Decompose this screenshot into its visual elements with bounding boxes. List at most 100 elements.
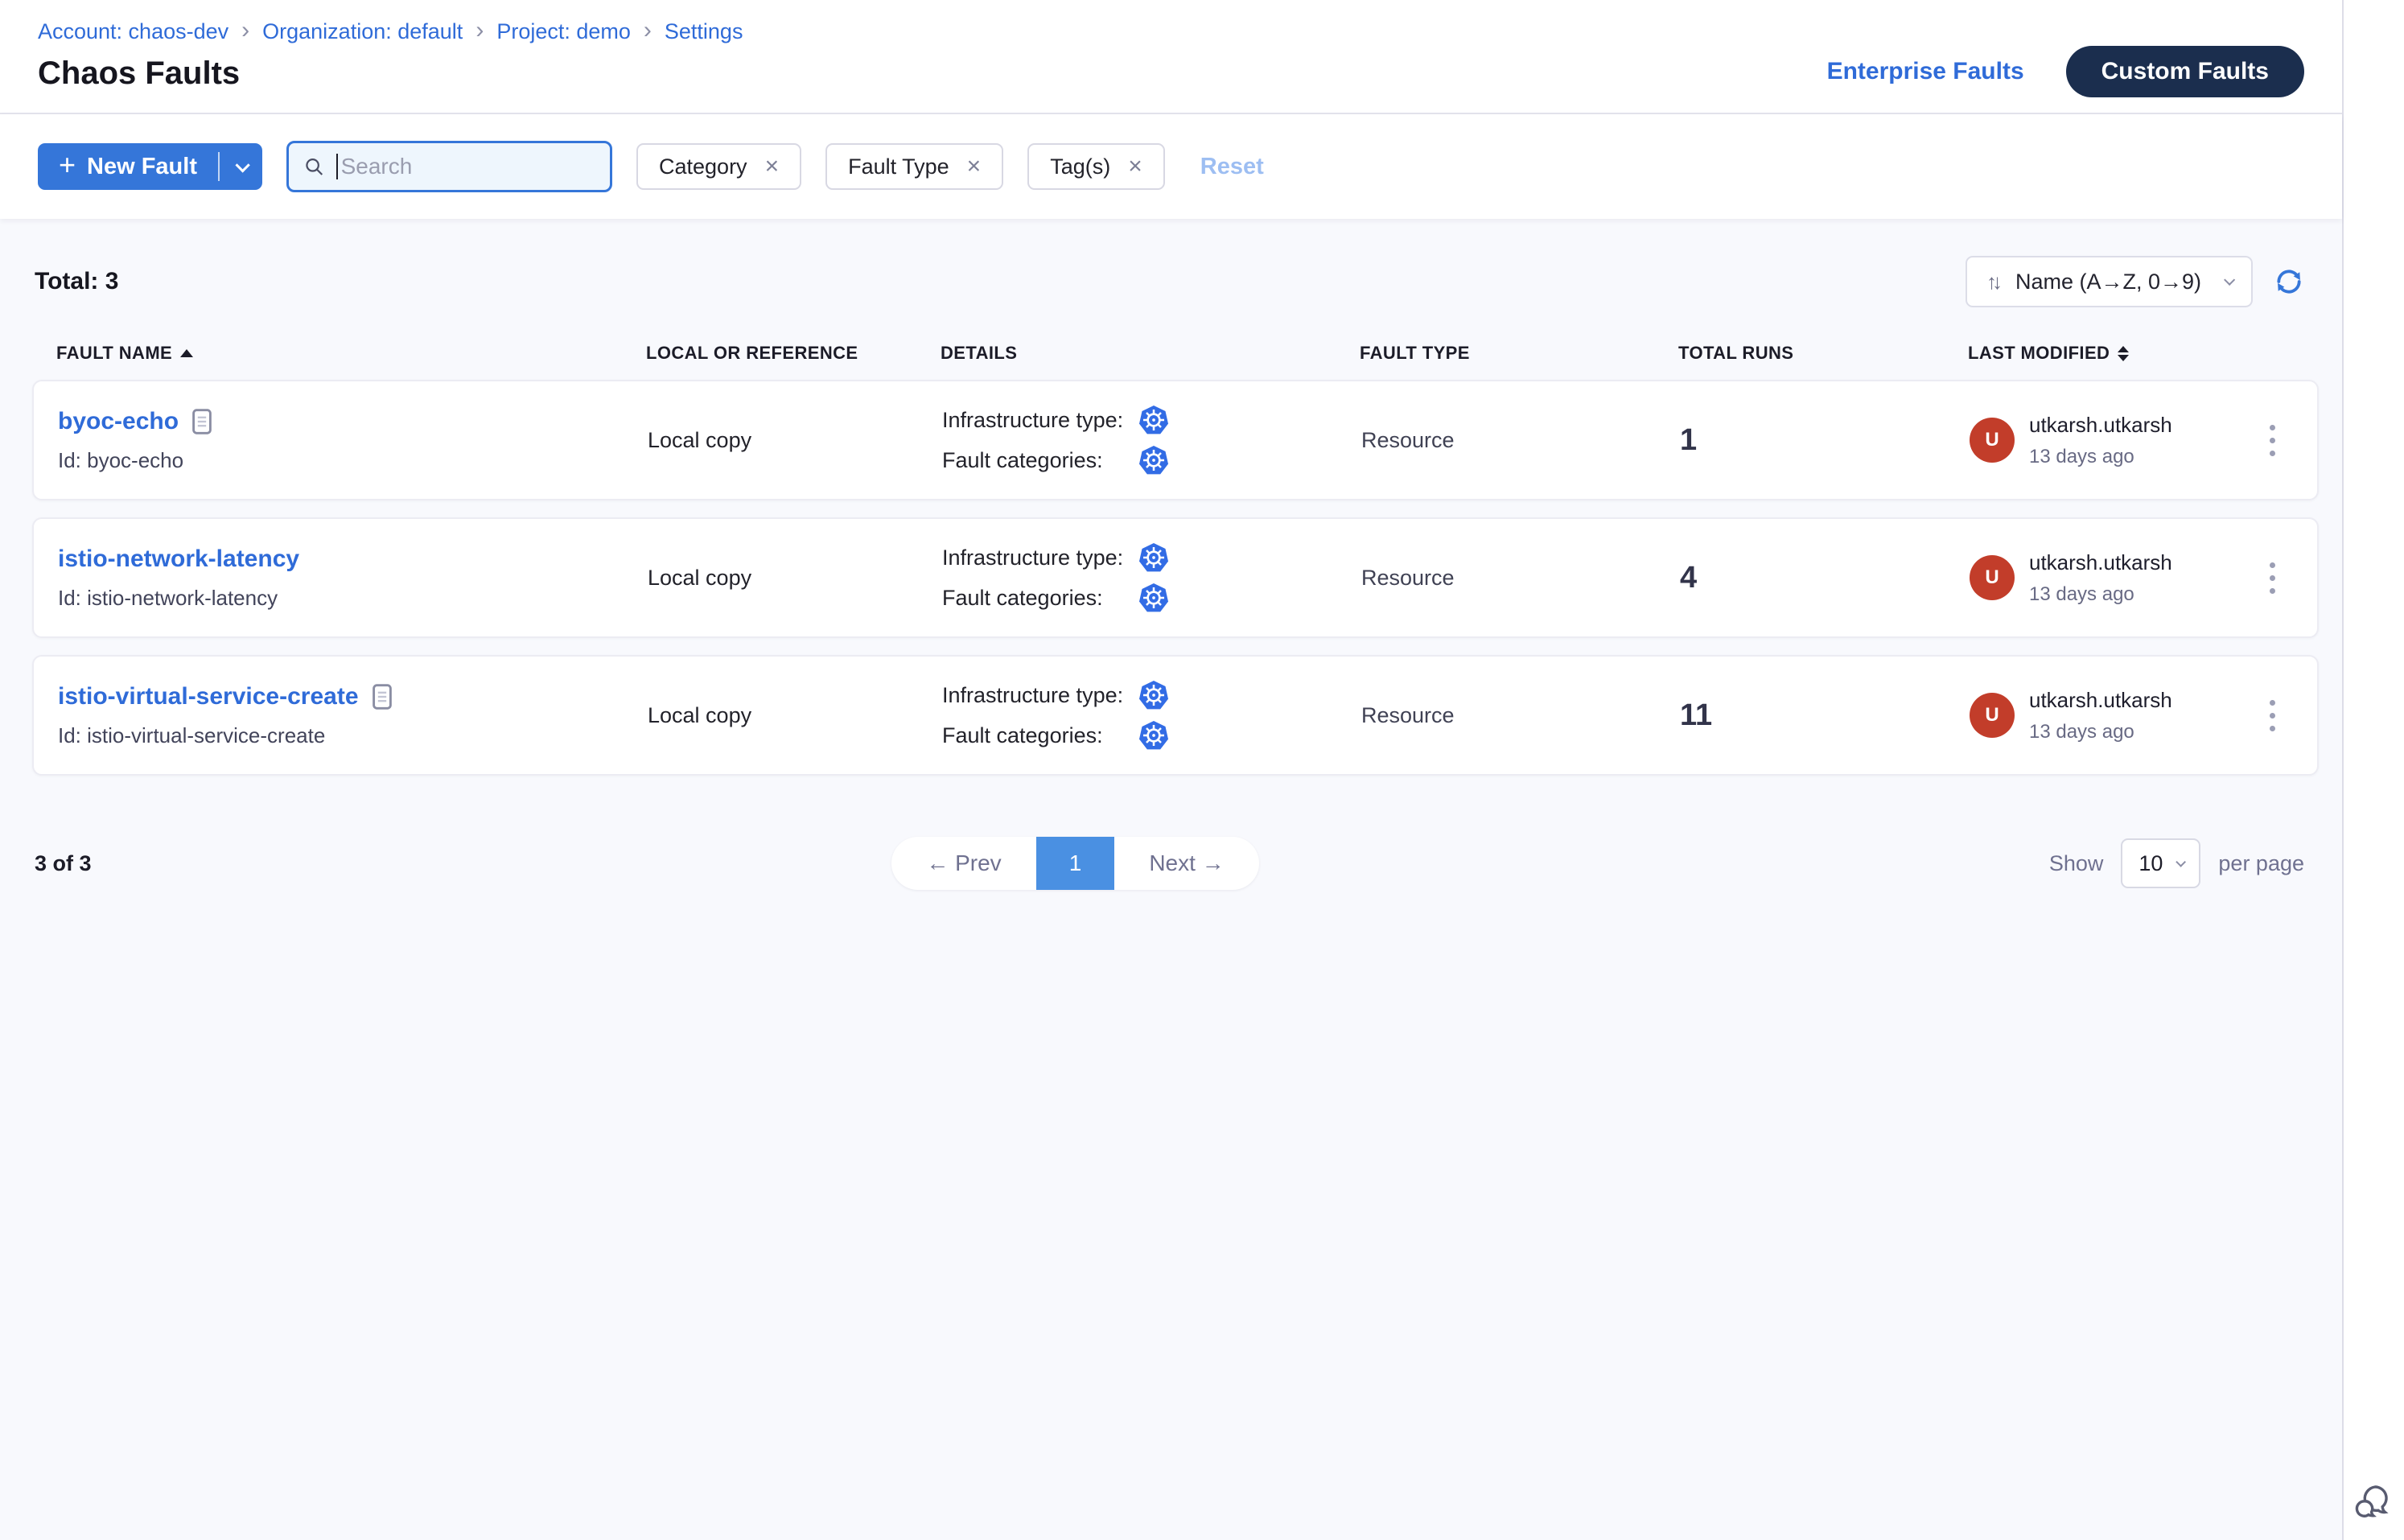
- filter-chip-label: Fault Type: [848, 154, 949, 179]
- sort-dropdown[interactable]: ↑↓ Name (A→Z, 0→9): [1966, 256, 2253, 307]
- column-label: TOTAL RUNS: [1678, 343, 1793, 364]
- avatar: U: [1970, 693, 2015, 738]
- new-fault-dropdown-button[interactable]: [220, 162, 262, 172]
- copy-manifest-icon[interactable]: [372, 683, 393, 710]
- page-size-dropdown[interactable]: 10: [2121, 838, 2200, 888]
- kubernetes-icon[interactable]: [1138, 541, 1170, 574]
- close-icon[interactable]: ×: [1128, 154, 1142, 179]
- chevron-down-icon: [2176, 857, 2187, 867]
- filter-chip-label: Category: [659, 154, 747, 179]
- fault-name-link[interactable]: istio-network-latency: [58, 546, 299, 573]
- details-cell: Infrastructure type:: [942, 541, 1361, 614]
- toolbar: + New Fault Category × Fau: [0, 114, 2342, 219]
- fault-categories-label: Fault categories:: [942, 723, 1138, 748]
- search-input[interactable]: [336, 154, 595, 179]
- search-icon: [303, 154, 325, 179]
- new-fault-button[interactable]: + New Fault: [38, 152, 218, 181]
- breadcrumb: Account: chaos-dev › Organization: defau…: [38, 19, 743, 44]
- filter-chip-tags[interactable]: Tag(s) ×: [1027, 143, 1165, 190]
- pagination-row: 3 of 3 ← Prev 1 Next → Show 10 per page: [0, 838, 2342, 888]
- infrastructure-type-label: Infrastructure type:: [942, 683, 1138, 708]
- avatar: U: [1970, 555, 2015, 600]
- local-or-reference-cell: Local copy: [648, 566, 942, 591]
- breadcrumb-project[interactable]: Project: demo: [496, 19, 631, 44]
- help-chat-button[interactable]: [2351, 1481, 2393, 1527]
- column-fault-type: FAULT TYPE: [1360, 343, 1678, 364]
- column-local-or-reference: LOCAL OR REFERENCE: [646, 343, 941, 364]
- row-menu-button[interactable]: [2224, 417, 2320, 464]
- breadcrumb-separator-icon: ›: [241, 19, 249, 43]
- filter-chip-category[interactable]: Category ×: [636, 143, 801, 190]
- current-page-button[interactable]: 1: [1036, 837, 1114, 890]
- column-fault-name[interactable]: FAULT NAME: [56, 343, 646, 364]
- fault-categories-label: Fault categories:: [942, 586, 1138, 611]
- filter-chip-label: Tag(s): [1050, 154, 1110, 179]
- kubernetes-icon[interactable]: [1138, 679, 1170, 711]
- row-menu-button[interactable]: [2224, 692, 2320, 739]
- column-total-runs: TOTAL RUNS: [1678, 343, 1968, 364]
- modified-time: 13 days ago: [2029, 583, 2172, 606]
- total-runs-cell: 1: [1680, 423, 1970, 458]
- total-runs-cell: 4: [1680, 561, 1970, 595]
- right-rail: [2342, 0, 2404, 1540]
- table-row[interactable]: byoc-echo Id: byoc-echo Local copy Infra…: [32, 380, 2319, 500]
- fault-id: Id: istio-virtual-service-create: [58, 723, 648, 748]
- breadcrumb-separator-icon: ›: [475, 19, 484, 43]
- breadcrumb-settings[interactable]: Settings: [665, 19, 743, 44]
- infrastructure-type-label: Infrastructure type:: [942, 546, 1138, 570]
- total-count: Total: 3: [35, 268, 118, 295]
- next-page-button[interactable]: Next →: [1114, 850, 1259, 876]
- plus-icon: +: [59, 150, 76, 179]
- fault-name-cell: byoc-echo Id: byoc-echo: [58, 408, 648, 473]
- sort-ascending-icon: [180, 349, 193, 357]
- breadcrumb-and-title: Account: chaos-dev › Organization: defau…: [38, 16, 743, 113]
- kubernetes-icon[interactable]: [1138, 404, 1170, 436]
- close-icon[interactable]: ×: [967, 154, 982, 179]
- breadcrumb-account[interactable]: Account: chaos-dev: [38, 19, 228, 44]
- new-fault-label: New Fault: [87, 154, 197, 180]
- last-modified-cell: U utkarsh.utkarsh 13 days ago: [1970, 413, 2224, 468]
- fault-name-link[interactable]: istio-virtual-service-create: [58, 683, 359, 710]
- table-header-row: FAULT NAME LOCAL OR REFERENCE DETAILS FA…: [32, 343, 2319, 364]
- fault-name-cell: istio-virtual-service-create Id: istio-v…: [58, 683, 648, 748]
- modified-by: utkarsh.utkarsh: [2029, 413, 2172, 438]
- kubernetes-icon[interactable]: [1138, 719, 1170, 751]
- close-icon[interactable]: ×: [765, 154, 780, 179]
- avatar: U: [1970, 418, 2015, 463]
- breadcrumb-organization[interactable]: Organization: default: [262, 19, 463, 44]
- kubernetes-icon[interactable]: [1138, 444, 1170, 476]
- chaos-faults-page: Account: chaos-dev › Organization: defau…: [0, 0, 2404, 1540]
- details-cell: Infrastructure type:: [942, 679, 1361, 751]
- sort-controls: ↑↓ Name (A→Z, 0→9): [1966, 256, 2304, 307]
- table-row[interactable]: istio-network-latency Id: istio-network-…: [32, 517, 2319, 638]
- copy-manifest-icon[interactable]: [191, 408, 212, 435]
- local-or-reference-cell: Local copy: [648, 428, 942, 453]
- last-modified-cell: U utkarsh.utkarsh 13 days ago: [1970, 688, 2224, 743]
- reset-filters-button[interactable]: Reset: [1200, 154, 1264, 180]
- infrastructure-type-label: Infrastructure type:: [942, 408, 1138, 433]
- search-box: [286, 141, 612, 192]
- column-last-modified[interactable]: LAST MODIFIED: [1968, 343, 2222, 364]
- row-menu-button[interactable]: [2224, 554, 2320, 602]
- fault-id: Id: istio-network-latency: [58, 586, 648, 611]
- fault-type-cell: Resource: [1361, 703, 1680, 728]
- modified-by: utkarsh.utkarsh: [2029, 550, 2172, 575]
- page-size-value: 10: [2138, 851, 2163, 876]
- kubernetes-icon[interactable]: [1138, 582, 1170, 614]
- prev-page-button[interactable]: ← Prev: [891, 850, 1036, 876]
- details-cell: Infrastructure type:: [942, 404, 1361, 476]
- filter-chip-fault-type[interactable]: Fault Type ×: [825, 143, 1003, 190]
- pager: ← Prev 1 Next →: [891, 837, 1259, 890]
- table-row[interactable]: istio-virtual-service-create Id: istio-v…: [32, 655, 2319, 776]
- custom-faults-button[interactable]: Custom Faults: [2066, 46, 2304, 97]
- sort-arrows-icon: ↑↓: [1986, 270, 1998, 294]
- refresh-button[interactable]: [2274, 266, 2304, 297]
- sort-both-icon: [2118, 346, 2129, 361]
- list-header: Total: 3 ↑↓ Name (A→Z, 0→9): [0, 219, 2342, 307]
- pagination-summary: 3 of 3: [35, 851, 92, 876]
- fault-name-link[interactable]: byoc-echo: [58, 408, 179, 435]
- show-label: Show: [2049, 851, 2104, 876]
- enterprise-faults-link[interactable]: Enterprise Faults: [1827, 58, 2024, 85]
- page-size-controls: Show 10 per page: [2049, 838, 2304, 888]
- fault-name-cell: istio-network-latency Id: istio-network-…: [58, 546, 648, 611]
